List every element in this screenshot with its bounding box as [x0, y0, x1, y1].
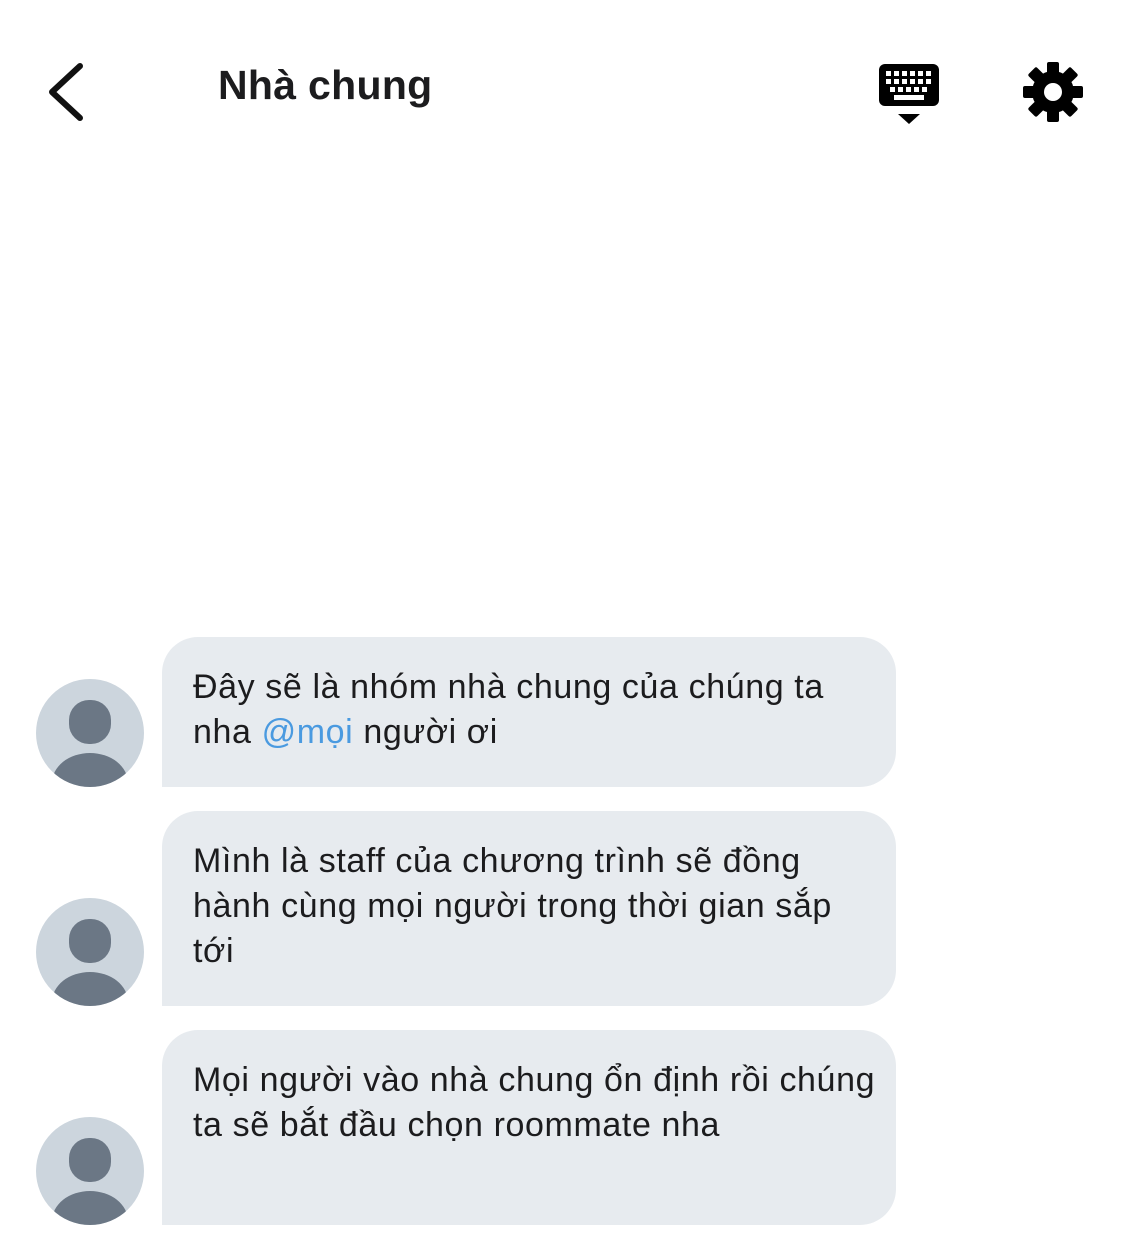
message-bubble[interactable]: Đây sẽ là nhóm nhà chung của chúng ta nh…: [162, 637, 896, 787]
message-list: Đây sẽ là nhóm nhà chung của chúng ta nh…: [0, 0, 1125, 1258]
person-placeholder-icon: [52, 1138, 128, 1225]
avatar[interactable]: [36, 679, 144, 787]
message-text: Mình là staff của chương trình sẽ đồng h…: [193, 842, 832, 970]
avatar[interactable]: [36, 898, 144, 1006]
message-bubble[interactable]: Mình là staff của chương trình sẽ đồng h…: [162, 811, 896, 1006]
mention-link[interactable]: @mọi: [262, 713, 354, 751]
message-text: người ơi: [353, 713, 498, 751]
message-bubble[interactable]: Mọi người vào nhà chung ổn định rồi chún…: [162, 1030, 896, 1225]
avatar[interactable]: [36, 1117, 144, 1225]
message-text: Mọi người vào nhà chung ổn định rồi chún…: [193, 1061, 876, 1144]
person-placeholder-icon: [52, 700, 128, 787]
person-placeholder-icon: [52, 919, 128, 1006]
